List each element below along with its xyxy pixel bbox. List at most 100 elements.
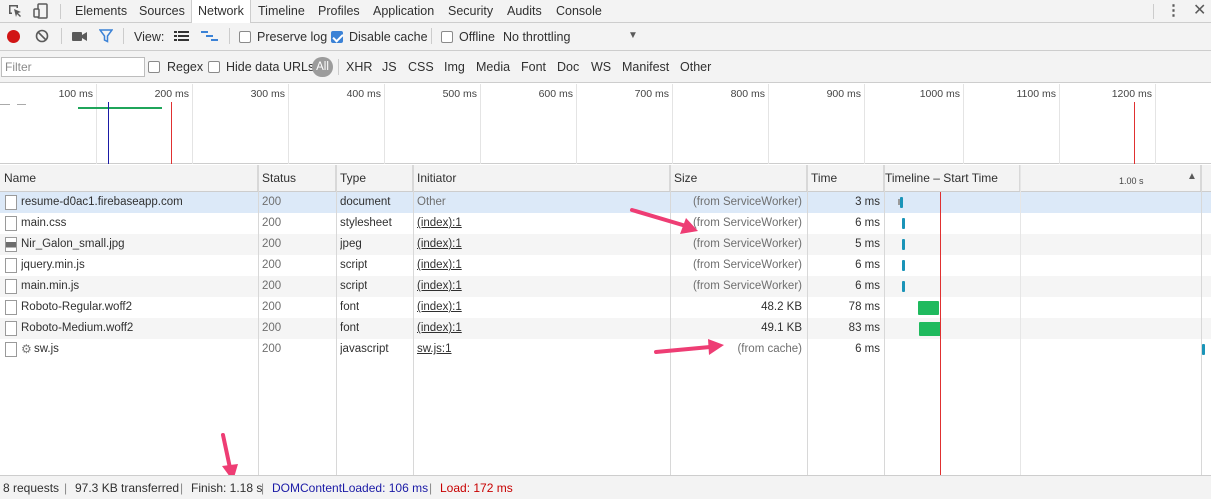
column-size[interactable]: Size xyxy=(670,165,807,191)
column-divider[interactable] xyxy=(258,165,259,475)
more-options-icon[interactable]: ⋮ xyxy=(1166,2,1181,20)
filter-media[interactable]: Media xyxy=(476,60,510,74)
show-overview-icon[interactable] xyxy=(201,30,218,43)
request-name: Roboto-Medium.woff2 xyxy=(21,322,134,334)
device-toolbar-icon[interactable] xyxy=(33,3,49,19)
tab-security[interactable]: Security xyxy=(442,0,499,22)
regex-label[interactable]: Regex xyxy=(167,60,203,74)
request-size: 48.2 KB xyxy=(761,301,802,313)
request-time: 6 ms xyxy=(855,280,880,292)
request-time: 3 ms xyxy=(855,196,880,208)
request-name: jquery.min.js xyxy=(21,259,85,271)
column-divider[interactable] xyxy=(884,165,885,475)
hide-data-urls-label[interactable]: Hide data URLs xyxy=(226,60,314,74)
font-file-icon xyxy=(5,321,17,336)
filter-input[interactable] xyxy=(1,57,145,77)
filter-other[interactable]: Other xyxy=(680,60,711,74)
table-row[interactable]: Roboto-Regular.woff2 200 font (index):1 … xyxy=(0,297,1211,318)
tab-separator xyxy=(1153,4,1154,19)
request-initiator-link[interactable]: (index):1 xyxy=(417,276,462,297)
clear-icon[interactable] xyxy=(35,29,49,43)
tab-audits[interactable]: Audits xyxy=(501,0,548,22)
chevron-down-icon[interactable]: ▼ xyxy=(628,30,638,41)
request-status: 200 xyxy=(262,196,282,208)
preserve-log-label[interactable]: Preserve log xyxy=(257,30,327,44)
regex-checkbox[interactable] xyxy=(148,61,160,73)
column-name[interactable]: Name xyxy=(0,165,258,191)
filter-icon[interactable] xyxy=(99,29,113,43)
filter-manifest[interactable]: Manifest xyxy=(622,60,669,74)
request-time: 6 ms xyxy=(855,343,880,355)
tab-network[interactable]: Network xyxy=(191,0,251,23)
sort-ascending-icon[interactable]: ▲ xyxy=(1187,171,1197,182)
close-icon[interactable]: ✕ xyxy=(1193,1,1206,21)
tab-console[interactable]: Console xyxy=(550,0,608,22)
table-row[interactable]: ⚙ sw.js 200 javascript sw.js:1 (from cac… xyxy=(0,339,1211,360)
column-divider[interactable] xyxy=(807,165,808,475)
stylesheet-icon xyxy=(5,216,17,231)
timeline-overview[interactable]: 100 ms 200 ms 300 ms 400 ms 500 ms 600 m… xyxy=(0,84,1211,164)
record-icon[interactable] xyxy=(7,30,20,43)
column-status[interactable]: Status xyxy=(258,165,336,191)
tab-sources[interactable]: Sources xyxy=(133,0,191,22)
table-row[interactable]: Roboto-Medium.woff2 200 font (index):1 4… xyxy=(0,318,1211,339)
request-time: 83 ms xyxy=(848,322,880,334)
request-initiator-link[interactable]: (index):1 xyxy=(417,255,462,276)
status-separator: | xyxy=(64,481,68,495)
request-initiator-link[interactable]: (index):1 xyxy=(417,234,462,255)
overview-load-marker xyxy=(171,102,172,164)
filter-xhr[interactable]: XHR xyxy=(346,60,372,74)
filter-font[interactable]: Font xyxy=(521,60,546,74)
large-rows-icon[interactable] xyxy=(174,30,189,43)
view-label: View: xyxy=(134,30,165,44)
disable-cache-label[interactable]: Disable cache xyxy=(349,30,428,44)
table-row[interactable]: main.min.js 200 script (index):1 (from S… xyxy=(0,276,1211,297)
filter-ws[interactable]: WS xyxy=(591,60,611,74)
request-initiator-link[interactable]: (index):1 xyxy=(417,297,462,318)
column-divider[interactable] xyxy=(413,165,414,475)
network-toolbar: View: Preserve log Disable cache Offline… xyxy=(0,23,1211,51)
load-event-line xyxy=(940,192,941,475)
column-timeline[interactable]: Timeline – Start Time xyxy=(884,165,1020,191)
offline-checkbox[interactable] xyxy=(441,31,453,43)
overview-gridline xyxy=(963,84,964,164)
offline-label[interactable]: Offline xyxy=(459,30,495,44)
capture-screenshots-icon[interactable] xyxy=(72,31,88,42)
toolbar-separator xyxy=(338,59,339,75)
tab-profiles[interactable]: Profiles xyxy=(312,0,366,22)
devtools-tabbar: Elements Sources Network Timeline Profil… xyxy=(0,0,1211,23)
request-initiator-link[interactable]: (index):1 xyxy=(417,213,462,234)
toolbar-separator xyxy=(431,28,432,44)
column-divider[interactable] xyxy=(336,165,337,475)
table-row[interactable]: jquery.min.js 200 script (index):1 (from… xyxy=(0,255,1211,276)
domcontentloaded-time: DOMContentLoaded: 106 ms xyxy=(272,481,429,495)
hide-data-urls-checkbox[interactable] xyxy=(208,61,220,73)
tab-timeline[interactable]: Timeline xyxy=(252,0,311,22)
script-icon xyxy=(5,342,17,357)
requests-table-header: Name Status Type Initiator Size Time Tim… xyxy=(0,165,1211,192)
request-initiator-link[interactable]: (index):1 xyxy=(417,318,462,339)
table-row[interactable]: resume-d0ac1.firebaseapp.com 200 documen… xyxy=(0,192,1211,213)
table-row[interactable]: main.css 200 stylesheet (index):1 (from … xyxy=(0,213,1211,234)
column-initiator[interactable]: Initiator xyxy=(413,165,670,191)
tab-application[interactable]: Application xyxy=(367,0,440,22)
filter-img[interactable]: Img xyxy=(444,60,465,74)
tab-elements[interactable]: Elements xyxy=(69,0,133,22)
throttling-select[interactable]: No throttling xyxy=(503,30,570,44)
inspect-element-icon[interactable] xyxy=(7,3,23,19)
disable-cache-checkbox[interactable] xyxy=(331,31,343,43)
overview-tick-label: 600 ms xyxy=(538,88,573,100)
filter-css[interactable]: CSS xyxy=(408,60,434,74)
column-time[interactable]: Time xyxy=(807,165,884,191)
column-divider[interactable] xyxy=(1201,165,1202,475)
column-type[interactable]: Type xyxy=(336,165,413,191)
filter-all-button[interactable]: All xyxy=(312,57,333,77)
filter-doc[interactable]: Doc xyxy=(557,60,579,74)
table-row[interactable]: Nir_Galon_small.jpg 200 jpeg (index):1 (… xyxy=(0,234,1211,255)
toolbar-separator xyxy=(229,28,230,44)
filter-js[interactable]: JS xyxy=(382,60,397,74)
overview-gridline xyxy=(576,84,577,164)
preserve-log-checkbox[interactable] xyxy=(239,31,251,43)
requests-table-body: resume-d0ac1.firebaseapp.com 200 documen… xyxy=(0,192,1211,475)
request-initiator-link[interactable]: sw.js:1 xyxy=(417,339,452,360)
